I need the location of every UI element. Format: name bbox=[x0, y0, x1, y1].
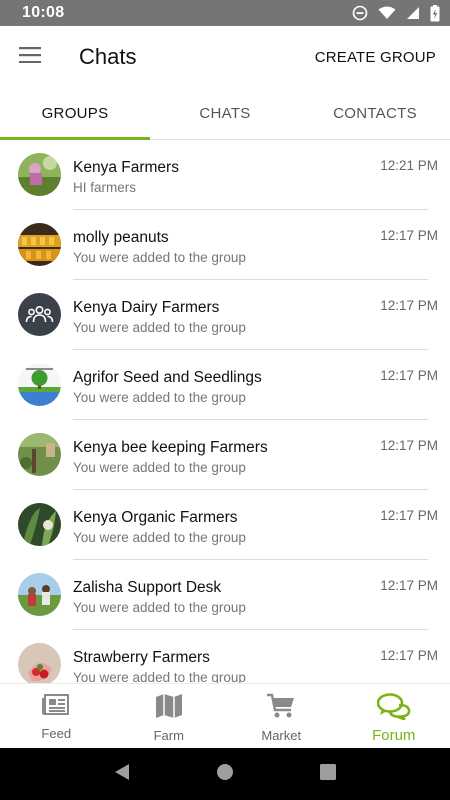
chat-last-message: You were added to the group bbox=[73, 390, 246, 405]
chat-last-message: You were added to the group bbox=[73, 320, 246, 335]
chat-last-message: You were added to the group bbox=[73, 460, 246, 475]
list-item[interactable]: Kenya Organic Farmers You were added to … bbox=[0, 490, 450, 560]
chat-name: Kenya Dairy Farmers bbox=[73, 299, 220, 316]
do-not-disturb-icon bbox=[352, 5, 368, 21]
group-list: Kenya Farmers HI farmers 12:21 PM molly … bbox=[0, 140, 450, 683]
chat-last-message: You were added to the group bbox=[73, 600, 246, 615]
nav-label: Forum bbox=[372, 727, 416, 744]
chat-time: 12:17 PM bbox=[380, 228, 438, 243]
chat-name: Strawberry Farmers bbox=[73, 649, 210, 666]
map-icon bbox=[155, 693, 183, 724]
chat-last-message: You were added to the group bbox=[73, 530, 246, 545]
battery-charging-icon bbox=[430, 4, 440, 22]
list-item[interactable]: Kenya Dairy Farmers You were added to th… bbox=[0, 280, 450, 350]
nav-market[interactable]: Market bbox=[225, 684, 338, 748]
signal-icon bbox=[406, 6, 420, 20]
chat-time: 12:21 PM bbox=[380, 158, 438, 173]
chat-time: 12:17 PM bbox=[380, 368, 438, 383]
create-group-button[interactable]: CREATE GROUP bbox=[315, 49, 436, 66]
status-icons bbox=[352, 4, 440, 22]
cart-icon bbox=[266, 693, 296, 724]
nav-label: Feed bbox=[41, 726, 72, 741]
avatar bbox=[18, 433, 61, 476]
chat-time: 12:17 PM bbox=[380, 578, 438, 593]
chat-time: 12:17 PM bbox=[380, 438, 438, 453]
list-item[interactable]: Agrifor Seed and Seedlings You were adde… bbox=[0, 350, 450, 420]
list-item[interactable]: Strawberry Farmers You were added to the… bbox=[0, 630, 450, 683]
chat-name: molly peanuts bbox=[73, 229, 169, 246]
app-bar: Chats CREATE GROUP bbox=[0, 26, 450, 88]
avatar bbox=[18, 503, 61, 546]
avatar bbox=[18, 153, 61, 196]
tab-bar: GROUPS CHATS CONTACTS bbox=[0, 88, 450, 140]
list-item[interactable]: Zalisha Support Desk You were added to t… bbox=[0, 560, 450, 630]
nav-label: Farm bbox=[153, 728, 184, 743]
nav-feed[interactable]: Feed bbox=[0, 684, 113, 748]
status-time: 10:08 bbox=[22, 4, 65, 21]
chat-name: Kenya Farmers bbox=[73, 159, 179, 176]
newspaper-icon bbox=[42, 693, 70, 722]
chat-last-message: You were added to the group bbox=[73, 670, 246, 683]
home-icon[interactable] bbox=[216, 763, 234, 786]
back-icon[interactable] bbox=[113, 763, 131, 786]
tab-chats[interactable]: CHATS bbox=[150, 88, 300, 139]
chat-time: 12:17 PM bbox=[380, 508, 438, 523]
chat-time: 12:17 PM bbox=[380, 648, 438, 663]
nav-forum[interactable]: Forum bbox=[338, 684, 450, 748]
system-nav-bar bbox=[0, 748, 450, 800]
chat-last-message: HI farmers bbox=[73, 180, 137, 195]
menu-button[interactable] bbox=[0, 26, 60, 88]
bottom-nav: Feed Farm Market Forum bbox=[0, 683, 450, 748]
hamburger-menu-icon bbox=[19, 46, 41, 68]
chat-name: Zalisha Support Desk bbox=[73, 579, 222, 596]
chat-name: Kenya bee keeping Farmers bbox=[73, 439, 268, 456]
nav-label: Market bbox=[261, 728, 302, 743]
recents-icon[interactable] bbox=[319, 763, 337, 786]
wifi-icon bbox=[378, 6, 396, 20]
avatar bbox=[18, 363, 61, 406]
chat-last-message: You were added to the group bbox=[73, 250, 246, 265]
list-item[interactable]: Kenya bee keeping Farmers You were added… bbox=[0, 420, 450, 490]
chat-bubbles-icon bbox=[376, 693, 411, 725]
chat-name: Kenya Organic Farmers bbox=[73, 509, 238, 526]
avatar bbox=[18, 573, 61, 616]
avatar bbox=[18, 223, 61, 266]
tab-groups[interactable]: GROUPS bbox=[0, 88, 150, 140]
list-item[interactable]: molly peanuts You were added to the grou… bbox=[0, 210, 450, 280]
nav-farm[interactable]: Farm bbox=[113, 684, 226, 748]
avatar bbox=[18, 293, 61, 336]
chat-name: Agrifor Seed and Seedlings bbox=[73, 369, 262, 386]
chat-time: 12:17 PM bbox=[380, 298, 438, 313]
list-item[interactable]: Kenya Farmers HI farmers 12:21 PM bbox=[0, 140, 450, 210]
tab-contacts[interactable]: CONTACTS bbox=[300, 88, 450, 139]
page-title: Chats bbox=[79, 44, 137, 69]
avatar bbox=[18, 643, 61, 683]
status-bar: 10:08 bbox=[0, 0, 450, 26]
